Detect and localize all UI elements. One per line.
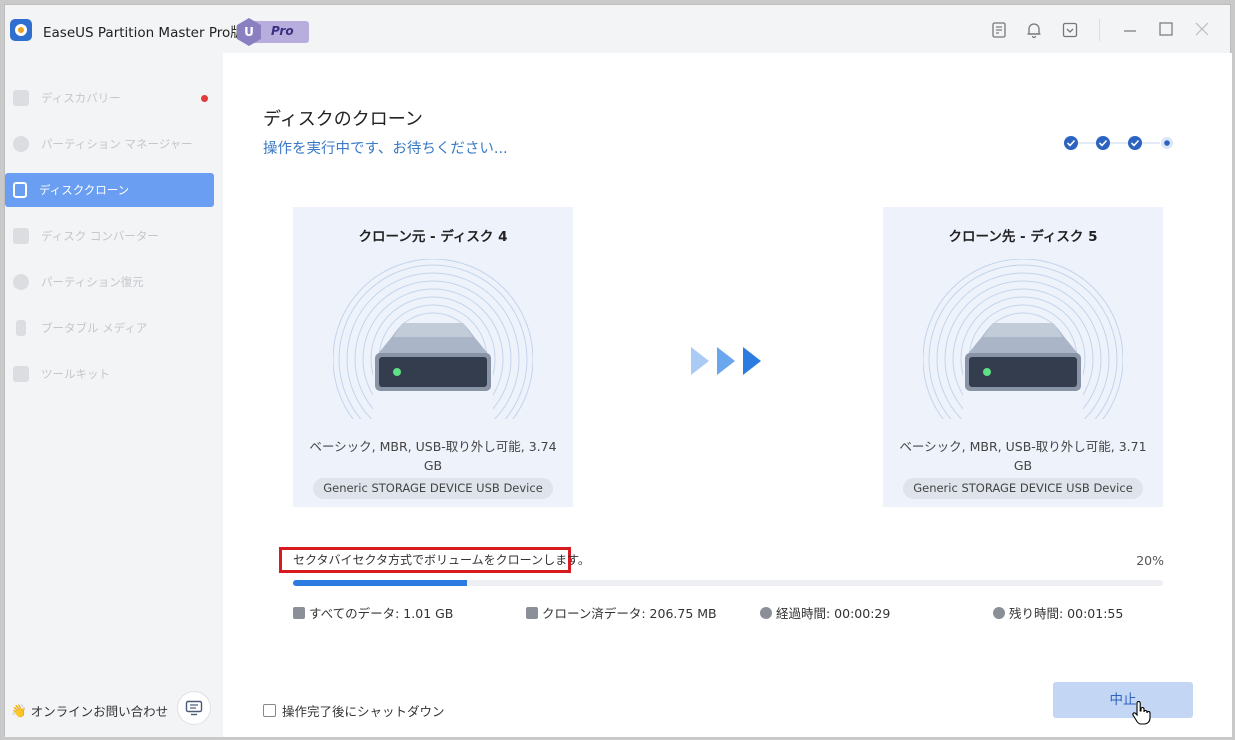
sidebar-item-bootable-media[interactable]: ブータブル メディア [5, 311, 214, 345]
progress-bar-fill [293, 580, 467, 586]
stat-cloned-label: クローン済データ: 206.75 MB [542, 606, 717, 621]
page-title: ディスクのクローン [263, 109, 423, 130]
pie-chart-icon [13, 136, 29, 152]
target-device-label: Generic STORAGE DEVICE USB Device [903, 478, 1143, 499]
main-panel: ディスクのクローン 操作を実行中です、お待ちください... クローン元 - ディ… [223, 53, 1232, 737]
sidebar: ディスカバリー パーティション マネージャー ディスククローン ディスク コンバ… [5, 53, 223, 737]
sidebar-item-label: パーティション復元 [41, 275, 144, 289]
notification-dot [201, 95, 208, 102]
pro-badge-text: Pro [271, 24, 294, 38]
sidebar-item-label: ツールキット [41, 367, 110, 381]
sidebar-item-disk-converter[interactable]: ディスク コンバーター [5, 219, 214, 253]
progress-percent: 20% [1136, 553, 1164, 568]
online-contact-label: オンラインお問い合わせ [30, 704, 169, 719]
stat-elapsed-label: 経過時間: 00:00:29 [776, 606, 891, 621]
stop-button[interactable]: 中止 [1053, 682, 1193, 718]
step-done-icon [1128, 136, 1142, 150]
data-icon [293, 606, 305, 619]
bell-icon[interactable] [1025, 21, 1043, 39]
checkbox-box[interactable] [263, 704, 276, 717]
sidebar-item-label: ディスク コンバーター [41, 229, 159, 243]
stat-total-label: すべてのデータ: 1.01 GB [309, 606, 454, 621]
clock-icon [993, 606, 1005, 619]
clone-direction-arrows-icon [691, 347, 761, 375]
stat-remaining-label: 残り時間: 00:01:55 [1009, 606, 1124, 621]
wave-hand-icon: 👋 [11, 702, 27, 718]
usb-icon [16, 320, 26, 336]
source-disk-info: ベーシック, MBR, USB-取り外し可能, 3.74 GB [309, 439, 557, 473]
title-bar: EaseUS Partition Master Pro版 U Pro [5, 5, 1230, 53]
minimize-icon[interactable] [1120, 19, 1140, 39]
converter-icon [13, 228, 29, 244]
sidebar-item-label: ブータブル メディア [41, 321, 148, 335]
chat-icon [185, 700, 203, 716]
source-disk-card: クローン元 - ディスク 4 ベーシック, MBR, USB-取り外し可能, 3… [293, 207, 573, 507]
chat-button[interactable] [177, 691, 211, 725]
clock-icon [760, 606, 772, 619]
target-disk-card: クローン先 - ディスク 5 ベーシック, MBR, USB-取り外し可能, 3… [883, 207, 1163, 507]
toolkit-icon [13, 366, 29, 382]
titlebar-divider [1099, 19, 1100, 41]
close-icon[interactable] [1192, 19, 1212, 39]
pro-badge: U Pro [237, 18, 309, 46]
stat-total-data: すべてのデータ: 1.01 GB [293, 603, 453, 622]
step-done-icon [1064, 136, 1078, 150]
recovery-icon [13, 274, 29, 290]
page-subtitle: 操作を実行中です、お待ちください... [263, 141, 508, 157]
maximize-icon[interactable] [1156, 19, 1176, 39]
stat-remaining-time: 残り時間: 00:01:55 [993, 603, 1123, 622]
target-disk-title: クローン先 - ディスク 5 [948, 229, 1098, 245]
stat-elapsed-time: 経過時間: 00:00:29 [760, 603, 890, 622]
hard-drive-icon [923, 259, 1123, 419]
target-disk-info: ベーシック, MBR, USB-取り外し可能, 3.71 GB [899, 439, 1147, 473]
notes-icon[interactable] [990, 21, 1008, 39]
app-logo-icon [10, 19, 32, 41]
sidebar-item-label: ディスククローン [39, 183, 130, 197]
sidebar-item-partition-manager[interactable]: パーティション マネージャー [5, 127, 214, 161]
hard-drive-icon [333, 259, 533, 419]
source-device-label: Generic STORAGE DEVICE USB Device [313, 478, 553, 499]
shutdown-label: 操作完了後にシャットダウン [282, 704, 445, 719]
source-disk-title: クローン元 - ディスク 4 [358, 229, 508, 245]
progress-bar [293, 580, 1163, 586]
clone-status-text: セクタバイセクタ方式でボリュームをクローンします。 [279, 547, 590, 573]
dropdown-box-icon[interactable] [1061, 21, 1079, 39]
sidebar-item-label: ディスカバリー [41, 91, 121, 105]
sidebar-item-label: パーティション マネージャー [41, 137, 193, 151]
disk-clone-icon [13, 182, 27, 198]
shutdown-after-checkbox[interactable]: 操作完了後にシャットダウン [263, 701, 445, 720]
app-window: EaseUS Partition Master Pro版 U Pro ディスカバ… [4, 4, 1232, 737]
discovery-icon [13, 90, 29, 106]
app-title: EaseUS Partition Master Pro版 [43, 25, 244, 41]
step-current-icon [1161, 137, 1173, 149]
stat-cloned-data: クローン済データ: 206.75 MB [526, 603, 717, 622]
sidebar-item-disk-clone[interactable]: ディスククローン [5, 173, 214, 207]
sidebar-item-discovery[interactable]: ディスカバリー [5, 81, 214, 115]
step-indicator [1064, 136, 1173, 150]
sidebar-item-partition-recovery[interactable]: パーティション復元 [5, 265, 214, 299]
hand-cursor-icon [1132, 701, 1151, 725]
online-contact-link[interactable]: 👋 オンラインお問い合わせ [11, 701, 168, 720]
sidebar-item-toolkit[interactable]: ツールキット [5, 357, 214, 391]
step-done-icon [1096, 136, 1110, 150]
cloned-data-icon [526, 606, 538, 619]
